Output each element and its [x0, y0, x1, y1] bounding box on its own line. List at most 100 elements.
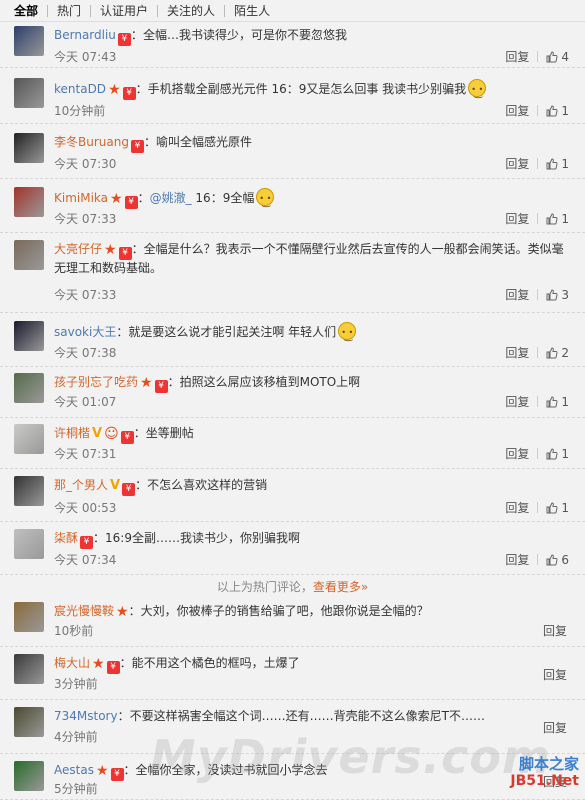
avatar[interactable]: [14, 321, 44, 351]
like-button[interactable]: 1: [546, 501, 569, 515]
reply-button[interactable]: 回复: [505, 445, 529, 462]
reply-button[interactable]: 回复: [505, 102, 529, 119]
like-button[interactable]: 1: [546, 447, 569, 461]
like-button[interactable]: 1: [546, 104, 569, 118]
reply-button[interactable]: 回复: [543, 622, 567, 639]
tab-4[interactable]: 陌生人: [224, 4, 279, 17]
thumbs-up-icon: [546, 104, 558, 117]
timestamp: 5分钟前: [54, 782, 98, 796]
reply-button[interactable]: 回复: [505, 551, 529, 568]
smiley-emoji-icon: [468, 79, 487, 102]
comment-body: 拍照这么屌应该移植到MOTO上啊: [179, 375, 361, 389]
username-link[interactable]: Bernardliu: [54, 28, 116, 42]
comment-text: 梅大山 ★ ¥ ：能不用这个橘色的框吗，土爆了: [54, 655, 567, 674]
star-badge-icon: ★: [110, 191, 123, 207]
avatar[interactable]: [14, 187, 44, 217]
comment-item: 柒酥 ¥ ：16:9全副……我读书少，你别骗我啊 今天 07:34 回复 6: [0, 522, 585, 575]
like-button[interactable]: 3: [546, 288, 569, 302]
username-link[interactable]: 李冬Buruang: [54, 135, 129, 149]
avatar[interactable]: [14, 602, 44, 632]
reply-button[interactable]: 回复: [505, 48, 529, 65]
comment-actions: 回复 1: [505, 445, 569, 462]
reply-button[interactable]: 回复: [543, 666, 567, 683]
avatar[interactable]: [14, 654, 44, 684]
avatar[interactable]: [14, 26, 44, 56]
like-button[interactable]: 2: [546, 346, 569, 360]
star-badge-icon: ★: [108, 82, 121, 98]
comment-text: 李冬Buruang ¥ ：喻叫全幅感光原件: [54, 134, 567, 153]
avatar[interactable]: [14, 240, 44, 270]
colon: ：: [93, 531, 106, 545]
username-link[interactable]: kentaDD: [54, 82, 106, 96]
comment-actions: 回复: [543, 773, 567, 790]
divider: [537, 396, 539, 407]
timestamp: 今天 07:30: [54, 157, 117, 171]
username-link[interactable]: Aestas: [54, 763, 94, 777]
reply-button[interactable]: 回复: [505, 155, 529, 172]
like-button[interactable]: 1: [546, 157, 569, 171]
colon: ：: [167, 375, 180, 389]
timestamp: 今天 07:33: [54, 288, 117, 302]
see-more-link[interactable]: 查看更多»: [313, 580, 368, 594]
username-link[interactable]: 柒酥: [54, 531, 78, 545]
avatar[interactable]: [14, 424, 44, 454]
divider: [537, 502, 539, 513]
reply-button[interactable]: 回复: [505, 499, 529, 516]
username-link[interactable]: 734Mstory: [54, 709, 118, 723]
username-link[interactable]: 那_个男人: [54, 478, 108, 492]
like-button[interactable]: 1: [546, 212, 569, 226]
username-link[interactable]: 宸光慢慢鞍: [54, 604, 114, 618]
colon: ：: [133, 426, 146, 440]
comment-item: 许桐楷 V ☺ ¥ ：坐等删帖 今天 07:31 回复 1: [0, 418, 585, 469]
avatar[interactable]: [14, 476, 44, 506]
tab-0[interactable]: 全部: [14, 5, 47, 17]
tab-1[interactable]: 热门: [47, 4, 90, 17]
like-button[interactable]: 4: [546, 50, 569, 64]
timestamp: 今天 00:53: [54, 501, 117, 515]
reply-button[interactable]: 回复: [505, 393, 529, 410]
username-link[interactable]: 孩子别忘了吃药: [54, 375, 138, 389]
username-link[interactable]: 大亮仔仔: [54, 242, 102, 256]
username-link[interactable]: 梅大山: [54, 656, 90, 670]
comment-item: savoki大王：就是要这么说才能引起关注啊 年轻人们今天 07:38 回复 2: [0, 313, 585, 367]
reply-button[interactable]: 回复: [505, 344, 529, 361]
thumbs-up-icon: [546, 447, 558, 460]
timestamp: 4分钟前: [54, 730, 98, 744]
timestamp: 今天 07:38: [54, 346, 117, 360]
comment-actions: 回复 3: [505, 286, 569, 303]
like-button[interactable]: 1: [546, 395, 569, 409]
comment-body: 不怎么喜欢这样的营销: [147, 478, 268, 492]
timestamp: 今天 07:33: [54, 212, 117, 226]
reply-button[interactable]: 回复: [543, 773, 567, 790]
thumbs-up-icon: [546, 395, 558, 408]
avatar[interactable]: [14, 761, 44, 791]
avatar[interactable]: [14, 133, 44, 163]
username-link[interactable]: KimiMika: [54, 191, 108, 205]
comment-actions: 回复 4: [505, 48, 569, 65]
reply-button[interactable]: 回复: [505, 286, 529, 303]
comment-body: 全幅你全家，没读过书就回小学念去: [135, 763, 328, 777]
avatar[interactable]: [14, 373, 44, 403]
tab-2[interactable]: 认证用户: [90, 4, 157, 17]
like-count: 2: [561, 345, 569, 360]
like-count: 1: [561, 211, 569, 226]
mention-link[interactable]: @姚澈_: [150, 191, 192, 205]
reply-button[interactable]: 回复: [505, 210, 529, 227]
avatar[interactable]: [14, 78, 44, 108]
timestamp: 今天 01:07: [54, 395, 117, 409]
vip-badge-icon: ¥: [122, 483, 136, 496]
thumbs-up-icon: [546, 553, 558, 566]
username-link[interactable]: savoki大王: [54, 325, 116, 339]
reply-button[interactable]: 回复: [543, 719, 567, 736]
tab-3[interactable]: 关注的人: [157, 4, 224, 17]
vip-badge-icon: ¥: [154, 380, 168, 393]
colon: ：: [119, 656, 132, 670]
like-count: 1: [561, 446, 569, 461]
like-button[interactable]: 6: [546, 553, 569, 567]
avatar[interactable]: [14, 529, 44, 559]
avatar[interactable]: [14, 707, 44, 737]
comment-item: 宸光慢慢鞍 ★：大刘，你被棒子的销售给骗了吧，他跟你说是全幅的？ 10秒前 回复: [0, 595, 585, 647]
vip-badge-icon: ¥: [124, 196, 138, 209]
username-link[interactable]: 许桐楷: [54, 426, 90, 440]
timestamp: 10分钟前: [54, 104, 106, 118]
